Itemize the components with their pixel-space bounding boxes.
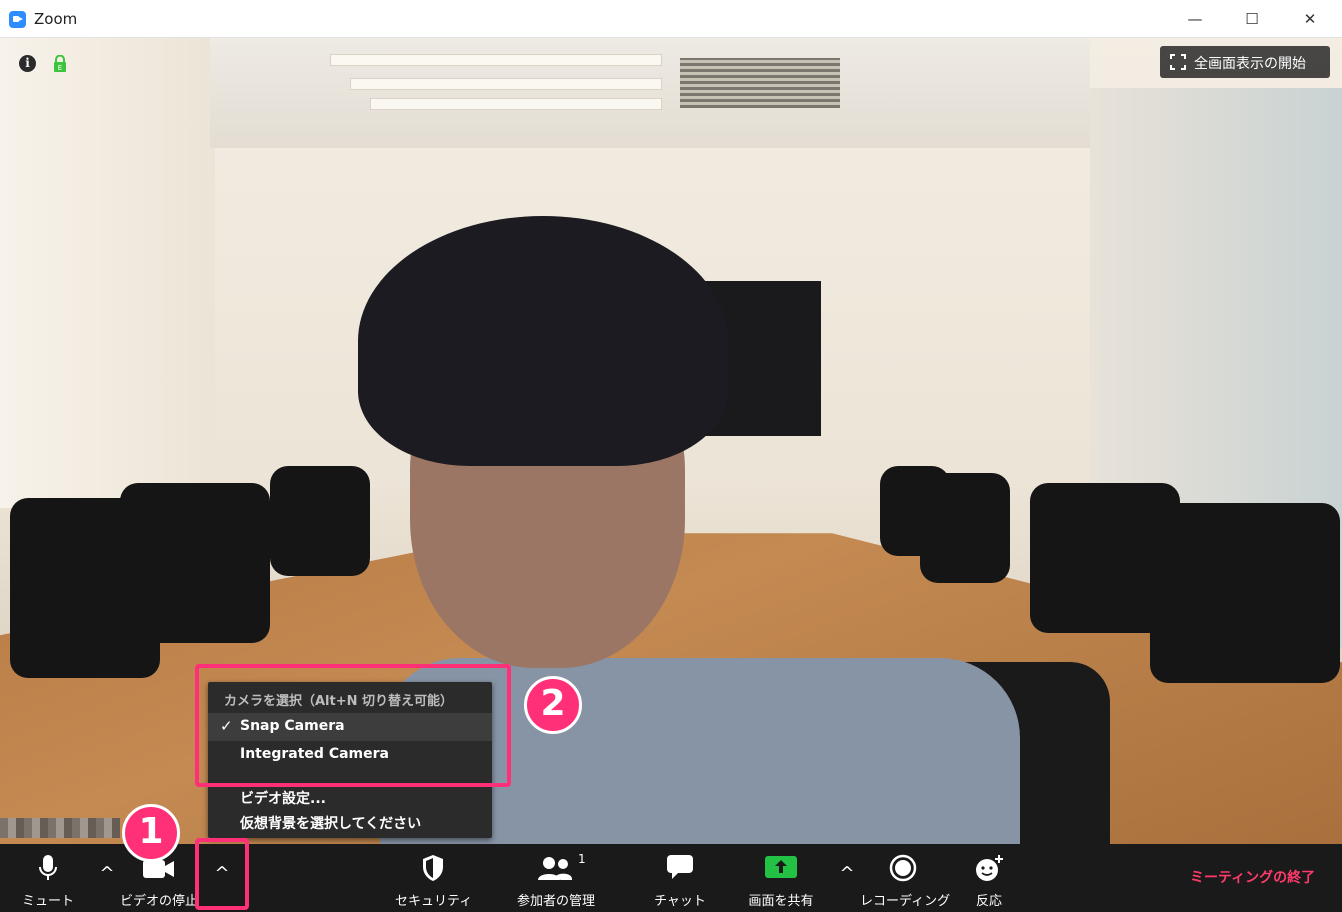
encryption-lock-icon[interactable]: E <box>53 55 67 72</box>
reactions-label: 反応 <box>975 894 1002 909</box>
chair <box>270 466 370 576</box>
record-icon <box>889 854 917 882</box>
svg-text:E: E <box>58 64 62 72</box>
minimize-button[interactable]: — <box>1180 4 1210 34</box>
close-button[interactable]: ✕ <box>1295 4 1325 34</box>
chat-bubble-icon <box>667 855 693 879</box>
person-hair <box>358 216 728 466</box>
camera-menu-highlight <box>195 664 511 787</box>
share-options-caret[interactable]: ^ <box>835 862 859 886</box>
step-2-badge: 2 <box>524 676 582 734</box>
participants-label: 参加者の管理 <box>516 894 595 909</box>
ceiling-vent <box>680 58 840 108</box>
smiley-icon <box>976 855 1003 881</box>
reactions-button[interactable]: 反応 <box>960 844 1018 912</box>
enter-fullscreen-button[interactable]: 全画面表示の開始 <box>1160 46 1330 78</box>
participant-name-tag <box>0 818 120 838</box>
microphone-icon <box>39 855 57 880</box>
chair <box>120 483 270 643</box>
fullscreen-icon <box>1170 54 1186 70</box>
chair <box>920 473 1010 583</box>
end-meeting-button[interactable]: ミーティングの終了 <box>1190 867 1315 887</box>
video-caret-highlight <box>195 838 249 910</box>
share-screen-button[interactable]: 画面を共有 <box>738 844 824 912</box>
menu-item-label: 仮想背景を選択してください <box>240 816 422 832</box>
participants-button[interactable]: 1 参加者の管理 <box>506 844 606 912</box>
menu-item-video-settings[interactable]: ビデオ設定... <box>208 783 492 811</box>
maximize-button[interactable]: ☐ <box>1237 4 1267 34</box>
ceiling-light <box>350 78 662 90</box>
chair <box>1150 503 1340 683</box>
zoom-app-icon <box>9 11 26 28</box>
info-icon[interactable]: i <box>19 55 36 72</box>
chat-button[interactable]: チャット <box>645 844 715 912</box>
ceiling-light <box>370 98 662 110</box>
ceiling-light <box>330 54 662 66</box>
participants-count: 1 <box>578 852 586 866</box>
step-1-badge: 1 <box>122 804 180 862</box>
security-button[interactable]: セキュリティ <box>395 844 473 912</box>
share-screen-icon <box>765 856 797 878</box>
menu-item-label: ビデオ設定... <box>240 791 326 807</box>
background-wall <box>0 38 215 508</box>
security-label: セキュリティ <box>395 894 473 909</box>
participants-icon <box>538 857 572 880</box>
title-bar: Zoom — ☐ ✕ <box>0 0 1342 38</box>
window-title: Zoom <box>34 10 78 28</box>
record-label: レコーディング <box>860 894 951 909</box>
share-screen-label: 画面を共有 <box>748 894 814 909</box>
fullscreen-label: 全画面表示の開始 <box>1194 56 1306 72</box>
mute-label: ミュート <box>21 894 74 909</box>
stop-video-label: ビデオの停止 <box>119 894 198 909</box>
audio-options-caret[interactable]: ^ <box>95 862 119 886</box>
mute-button[interactable]: ミュート <box>10 844 86 912</box>
shield-icon <box>423 855 443 881</box>
menu-item-virtual-background[interactable]: 仮想背景を選択してください <box>208 808 492 836</box>
chat-label: チャット <box>654 894 706 909</box>
record-button[interactable]: レコーディング <box>860 844 951 912</box>
